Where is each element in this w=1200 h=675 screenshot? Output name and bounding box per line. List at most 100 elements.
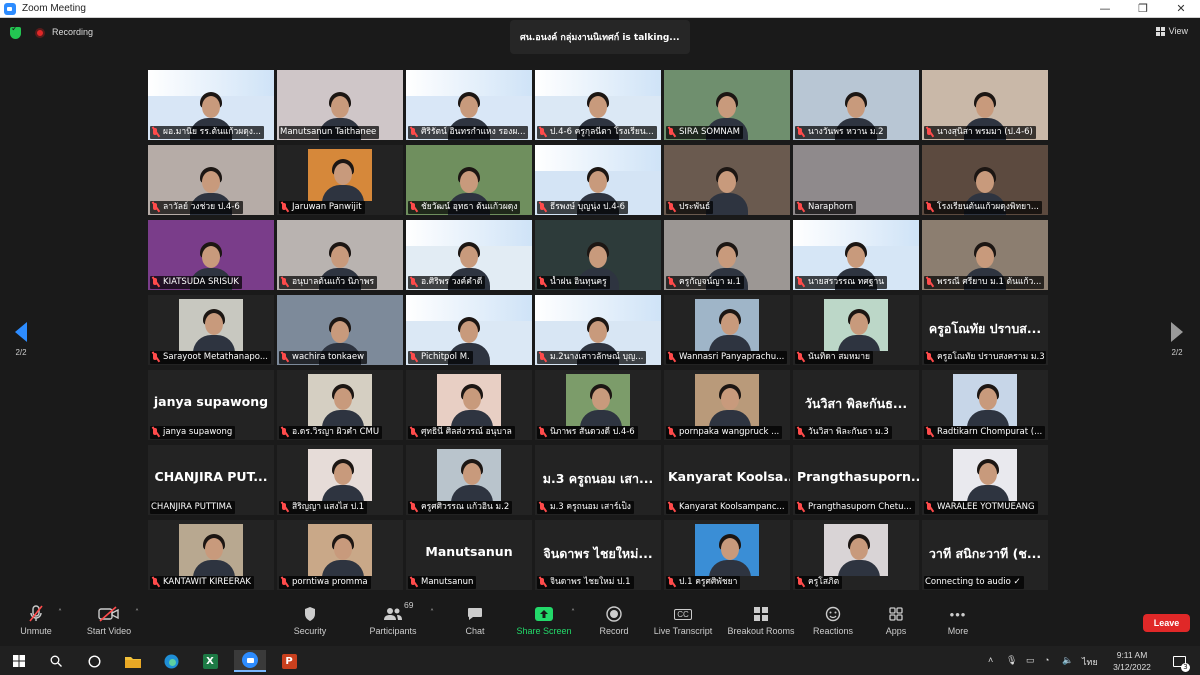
live-transcript-button[interactable]: CC Live Transcript	[650, 602, 716, 636]
participant-tile[interactable]: wachira tonkaew	[277, 295, 403, 365]
participant-tile[interactable]: ประพันธ์	[664, 145, 790, 215]
notification-center-icon[interactable]: 3	[1168, 650, 1190, 672]
encryption-shield-icon[interactable]	[10, 24, 21, 39]
participant-tile[interactable]: นางวันพร หวาน ม.2	[793, 70, 919, 140]
page-next[interactable]: 2/2	[1166, 322, 1188, 357]
participant-name-label: Radtikarn Chompurat (...	[924, 426, 1046, 439]
participant-tile[interactable]: pornpaka wangpruck ...	[664, 370, 790, 440]
security-button[interactable]: Security	[290, 602, 330, 636]
system-clock[interactable]: 9:11 AM 3/12/2022	[1104, 649, 1160, 673]
reactions-label: Reactions	[812, 626, 854, 636]
participant-tile[interactable]: อ.ดร.วิรญา ผิวคำ CMU	[277, 370, 403, 440]
participant-tile[interactable]: น้ำฝน อินทุนครู	[535, 220, 661, 290]
participant-tile[interactable]: ป.1 ครูศศิพัชยา	[664, 520, 790, 590]
participant-tile[interactable]: นันทิดา สมหมาย	[793, 295, 919, 365]
participant-name: ศุทธินี ศิลส่งวรณ์ อนุบาล	[421, 427, 512, 437]
participant-tile[interactable]: ป.4-6 ครูกุลนีตา โรงเรียน...	[535, 70, 661, 140]
participants-button[interactable]: 69 Participants	[366, 600, 420, 636]
view-label: View	[1168, 26, 1188, 36]
participant-tile[interactable]: วันวิสา พิละกันธ... วันวิสา พิละกันธา ม.3	[793, 370, 919, 440]
chevron-left-icon[interactable]	[15, 322, 27, 342]
search-icon[interactable]	[45, 650, 67, 672]
more-button[interactable]: ••• More	[944, 602, 972, 637]
participant-tile[interactable]: Kanyarat Koolsa... Kanyarat Koolsampanc..…	[664, 445, 790, 515]
view-button[interactable]: View	[1155, 26, 1188, 36]
participant-tile[interactable]: ครูกัญจน์ญา ม.1	[664, 220, 790, 290]
participant-tile[interactable]: ธีรพงษ์ บุญนุ่ง ป.4-6	[535, 145, 661, 215]
powerpoint-icon[interactable]: P	[278, 650, 300, 672]
share-screen-button[interactable]: Share Screen	[514, 602, 574, 636]
audio-options-caret-icon[interactable]: ˄	[58, 608, 62, 617]
task-view-icon[interactable]	[83, 650, 105, 672]
participant-tile[interactable]: อ.ศิริพร วงค์คำดี	[406, 220, 532, 290]
participant-tile[interactable]: อนุบาลต้นแก้ว นิภาพร	[277, 220, 403, 290]
tray-chevron-up-icon[interactable]: ˄	[988, 655, 993, 665]
participant-tile[interactable]: ศิริรัตน์ อินทรกำแหง รองผ...	[406, 70, 532, 140]
participant-name: นางสุนิสา พรมมา (ป.4-6)	[937, 127, 1033, 137]
participant-tile[interactable]: นายสรวรรณ ทศฐาน	[793, 220, 919, 290]
edge-browser-icon[interactable]	[160, 650, 182, 672]
close-button[interactable]: ✕	[1162, 0, 1200, 18]
participant-tile[interactable]: Manutsanun Manutsanun	[406, 520, 532, 590]
input-language[interactable]: ไทย	[1082, 655, 1098, 669]
participants-caret-icon[interactable]: ˄	[430, 608, 434, 617]
leave-button[interactable]: Leave	[1143, 614, 1190, 632]
maximize-button[interactable]: ❐	[1124, 0, 1162, 18]
participant-tile[interactable]: Wannasri Panyaprachu...	[664, 295, 790, 365]
participant-tile[interactable]: ม.2นางเสาวลักษณ์ บุญ...	[535, 295, 661, 365]
participant-tile[interactable]: Naraphorn	[793, 145, 919, 215]
participant-tile[interactable]: Manutsanun Taithanee	[277, 70, 403, 140]
participant-tile[interactable]: Pichitpol M.	[406, 295, 532, 365]
video-options-caret-icon[interactable]: ˄	[135, 608, 139, 617]
tray-battery-icon[interactable]: ▭	[1026, 655, 1035, 666]
participant-tile[interactable]: janya supawong janya supawong	[148, 370, 274, 440]
participant-tile[interactable]: สิริญญา แสงไส ป.1	[277, 445, 403, 515]
file-explorer-icon[interactable]	[122, 650, 144, 672]
minimize-button[interactable]: —	[1086, 0, 1124, 18]
participant-tile[interactable]: พรรณี ศรียาบ ม.1 ต้นแก้ว...	[922, 220, 1048, 290]
participant-name: ครูอโณทัย ปราบสงคราม ม.3	[937, 352, 1045, 362]
participant-name: wachira tonkaew	[292, 352, 365, 362]
participant-tile[interactable]: WARALEE YOTMUEANG	[922, 445, 1048, 515]
apps-button[interactable]: Apps	[882, 602, 910, 636]
participant-tile[interactable]: porntiwa promma	[277, 520, 403, 590]
tray-mic-icon[interactable]: 🎙	[1006, 655, 1017, 666]
participant-tile[interactable]: ชัยวัฒน์ อุทธา ต้นแก้วผดุง	[406, 145, 532, 215]
participant-tile[interactable]: โรงเรียนต้นแก้วผดุงพิทยา...	[922, 145, 1048, 215]
participant-tile[interactable]: Jaruwan Panwijit	[277, 145, 403, 215]
participant-tile[interactable]: ครูศศิวรรณ แก้วอิน ม.2	[406, 445, 532, 515]
zoom-taskbar-icon[interactable]	[234, 650, 266, 672]
participant-tile[interactable]: KIATSUDA SRISUK	[148, 220, 274, 290]
participant-tile[interactable]: ลาวัลย์ วงช่วย ป.4-6	[148, 145, 274, 215]
unmute-button[interactable]: Unmute	[14, 602, 58, 636]
chat-button[interactable]: Chat	[460, 602, 490, 636]
participant-tile[interactable]: Prangthasuporn... Prangthasuporn Chetu...	[793, 445, 919, 515]
tray-wifi-icon[interactable]: ◔	[1044, 655, 1049, 665]
mic-muted-icon	[667, 277, 676, 288]
participant-tile[interactable]: KANTAWIT KIREERAK	[148, 520, 274, 590]
participant-tile[interactable]: วาที สนิกะวาที (ช... Connecting to audio …	[922, 520, 1048, 590]
excel-icon[interactable]: X	[199, 650, 221, 672]
participant-tile[interactable]: Radtikarn Chompurat (...	[922, 370, 1048, 440]
reactions-button[interactable]: Reactions	[812, 602, 854, 636]
mic-muted-icon	[538, 502, 547, 513]
participant-tile[interactable]: CHANJIRA PUT... CHANJIRA PUTTIMA	[148, 445, 274, 515]
participant-tile[interactable]: ครูอโณทัย ปราบส... ครูอโณทัย ปราบสงคราม ม…	[922, 295, 1048, 365]
participant-tile[interactable]: ม.3 ครูถนอม เสา... ม.3 ครูถนอม เสาร์เป็ง	[535, 445, 661, 515]
participant-tile[interactable]: นิภาพร สันดวงดี ป.4-6	[535, 370, 661, 440]
breakout-rooms-button[interactable]: Breakout Rooms	[726, 602, 796, 636]
participant-tile[interactable]: ครูโสภิต	[793, 520, 919, 590]
participant-tile[interactable]: ศุทธินี ศิลส่งวรณ์ อนุบาล	[406, 370, 532, 440]
participant-tile[interactable]: SIRA SOMNAM	[664, 70, 790, 140]
page-prev[interactable]: 2/2	[10, 322, 32, 357]
participant-tile[interactable]: จินดาพร ไชยใหม่... จินดาพร ไชยใหม่ ป.1	[535, 520, 661, 590]
windows-start-icon[interactable]	[8, 650, 30, 672]
share-options-caret-icon[interactable]: ˄	[571, 608, 575, 617]
chevron-right-icon[interactable]	[1171, 322, 1183, 342]
tray-volume-icon[interactable]: 🔈	[1062, 655, 1073, 666]
participant-tile[interactable]: Sarayoot Metathanapo...	[148, 295, 274, 365]
record-button[interactable]: Record	[596, 602, 632, 636]
participant-tile[interactable]: ผอ.มานิย รร.ต้นแก้วผดุง...	[148, 70, 274, 140]
participant-tile[interactable]: นางสุนิสา พรมมา (ป.4-6)	[922, 70, 1048, 140]
start-video-button[interactable]: Start Video	[84, 602, 134, 636]
